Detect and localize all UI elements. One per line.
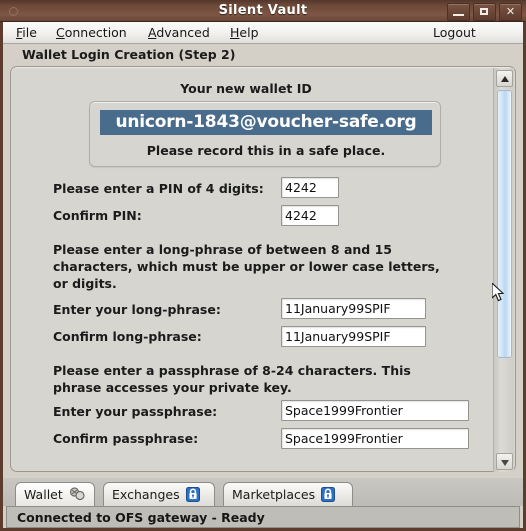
confirm-longphrase-label: Confirm long-phrase: [53, 329, 202, 344]
tab-wallet-label: Wallet [24, 487, 63, 502]
tab-marketplaces[interactable]: Marketplaces [223, 482, 353, 506]
window-frame-left [0, 22, 3, 531]
wallet-id-heading: Your new wallet ID [180, 81, 312, 96]
passphrase-instructions: Please enter a passphrase of 8-24 charac… [53, 363, 411, 395]
wallet-id-value[interactable]: unicorn-1843@voucher-safe.org [100, 110, 432, 135]
chevron-down-icon [501, 460, 509, 466]
menu-help[interactable]: Help [225, 24, 264, 42]
application-window: Silent Vault ✕ File Connection Advanced … [0, 0, 526, 531]
status-text: Connected to OFS gateway - Ready [17, 510, 265, 525]
scroll-up-button[interactable] [496, 70, 513, 87]
panel-scrollbar[interactable] [493, 68, 514, 472]
menu-help-label-rest: elp [239, 25, 259, 40]
page-title: Wallet Login Creation (Step 2) [22, 47, 236, 62]
menu-connection[interactable]: Connection [51, 24, 132, 42]
tab-exchanges[interactable]: Exchanges [103, 482, 215, 506]
status-bar: Connected to OFS gateway - Ready [6, 506, 520, 528]
confirm-pin-input[interactable] [281, 205, 339, 226]
menu-connection-label-rest: onnection [64, 25, 127, 40]
confirm-longphrase-input[interactable] [281, 326, 426, 347]
minimize-icon [453, 14, 464, 16]
form-panel: Your new wallet ID unicorn-1843@voucher-… [10, 66, 516, 472]
maximize-button[interactable] [473, 3, 496, 21]
scrollbar-thumb[interactable] [497, 90, 512, 358]
tab-marketplaces-label: Marketplaces [232, 487, 316, 502]
scroll-down-button[interactable] [496, 453, 513, 470]
passphrase-input[interactable] [281, 400, 469, 421]
mouse-cursor [492, 283, 505, 302]
longphrase-instructions: Please enter a long-phrase of between 8 … [53, 242, 440, 291]
confirm-passphrase-label: Confirm passphrase: [53, 431, 199, 446]
form-scroll-content: Your new wallet ID unicorn-1843@voucher-… [11, 67, 495, 471]
menu-logout[interactable]: Logout [428, 24, 481, 42]
wallet-id-note: Please record this in a safe place. [146, 143, 386, 158]
pin-label: Please enter a PIN of 4 digits: [53, 181, 264, 196]
wallet-id-box: unicorn-1843@voucher-safe.org Please rec… [89, 101, 441, 167]
menu-advanced[interactable]: Advanced [143, 24, 215, 42]
window-controls: ✕ [447, 3, 522, 21]
tab-exchanges-label: Exchanges [112, 487, 180, 502]
lock-icon [185, 487, 200, 502]
menu-bar: File Connection Advanced Help Logout [3, 22, 523, 44]
lock-icon [321, 487, 336, 502]
maximize-icon [480, 8, 488, 15]
menu-file[interactable]: File [11, 24, 42, 42]
menu-file-label-rest: ile [22, 25, 37, 40]
pin-input[interactable] [281, 177, 339, 198]
confirm-passphrase-input[interactable] [281, 428, 469, 449]
tab-wallet[interactable]: Wallet [15, 482, 95, 506]
tab-bar: Wallet Exchanges Marketplaces [3, 478, 523, 506]
minimize-button[interactable] [447, 3, 470, 21]
close-icon: ✕ [505, 5, 516, 18]
wallet-icon [69, 487, 86, 502]
title-bar: Silent Vault ✕ [0, 0, 526, 22]
longphrase-input[interactable] [281, 298, 426, 319]
confirm-pin-label: Confirm PIN: [53, 208, 142, 223]
passphrase-label: Enter your passphrase: [53, 404, 218, 419]
chevron-up-icon [501, 76, 509, 82]
menu-advanced-label-rest: dvanced [156, 25, 210, 40]
close-button[interactable]: ✕ [499, 3, 522, 21]
longphrase-label: Enter your long-phrase: [53, 302, 221, 317]
